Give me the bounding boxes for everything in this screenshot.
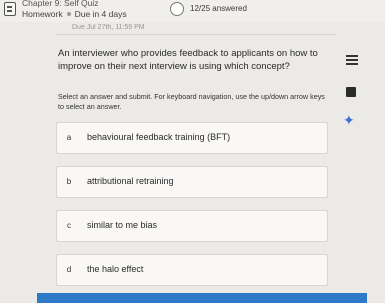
bottom-bar bbox=[37, 293, 367, 303]
option-text: behavioural feedback training (BFT) bbox=[87, 132, 231, 142]
chapter-title: Chapter 9: Self Quiz bbox=[22, 0, 99, 8]
divider bbox=[56, 34, 336, 35]
separator-dot bbox=[66, 12, 71, 17]
answer-option-a[interactable]: a behavioural feedback training (BFT) bbox=[56, 122, 328, 154]
answer-option-b[interactable]: b attributional retraining bbox=[56, 166, 328, 198]
answered-count: 12/25 answered bbox=[190, 4, 247, 13]
option-letter: d bbox=[66, 265, 72, 274]
assignment-type: Homework bbox=[22, 9, 63, 19]
flag-icon[interactable] bbox=[346, 87, 356, 97]
instruction-text: Select an answer and submit. For keyboar… bbox=[58, 92, 325, 111]
answer-option-d[interactable]: d the halo effect bbox=[56, 254, 328, 286]
due-short: Due in 4 days bbox=[74, 9, 127, 19]
option-text: attributional retraining bbox=[87, 176, 174, 186]
assignment-meta: Homework Due in 4 days bbox=[22, 9, 127, 19]
progress-ring-icon bbox=[170, 2, 184, 16]
document-icon bbox=[4, 2, 16, 16]
option-letter: a bbox=[66, 133, 72, 142]
due-date: Due Jul 27th, 11:59 PM bbox=[72, 24, 145, 31]
option-text: similar to me bias bbox=[87, 220, 158, 230]
option-letter: c bbox=[67, 221, 71, 230]
quiz-header: Chapter 9: Self Quiz Homework Due in 4 da… bbox=[0, 0, 385, 22]
answer-option-c[interactable]: c similar to me bias bbox=[56, 210, 328, 242]
option-letter: b bbox=[66, 177, 72, 186]
sparkle-icon[interactable]: ✦ bbox=[343, 113, 355, 127]
option-text: the halo effect bbox=[87, 264, 144, 274]
list-icon[interactable] bbox=[346, 54, 358, 66]
question-text: An interviewer who provides feedback to … bbox=[58, 48, 318, 72]
